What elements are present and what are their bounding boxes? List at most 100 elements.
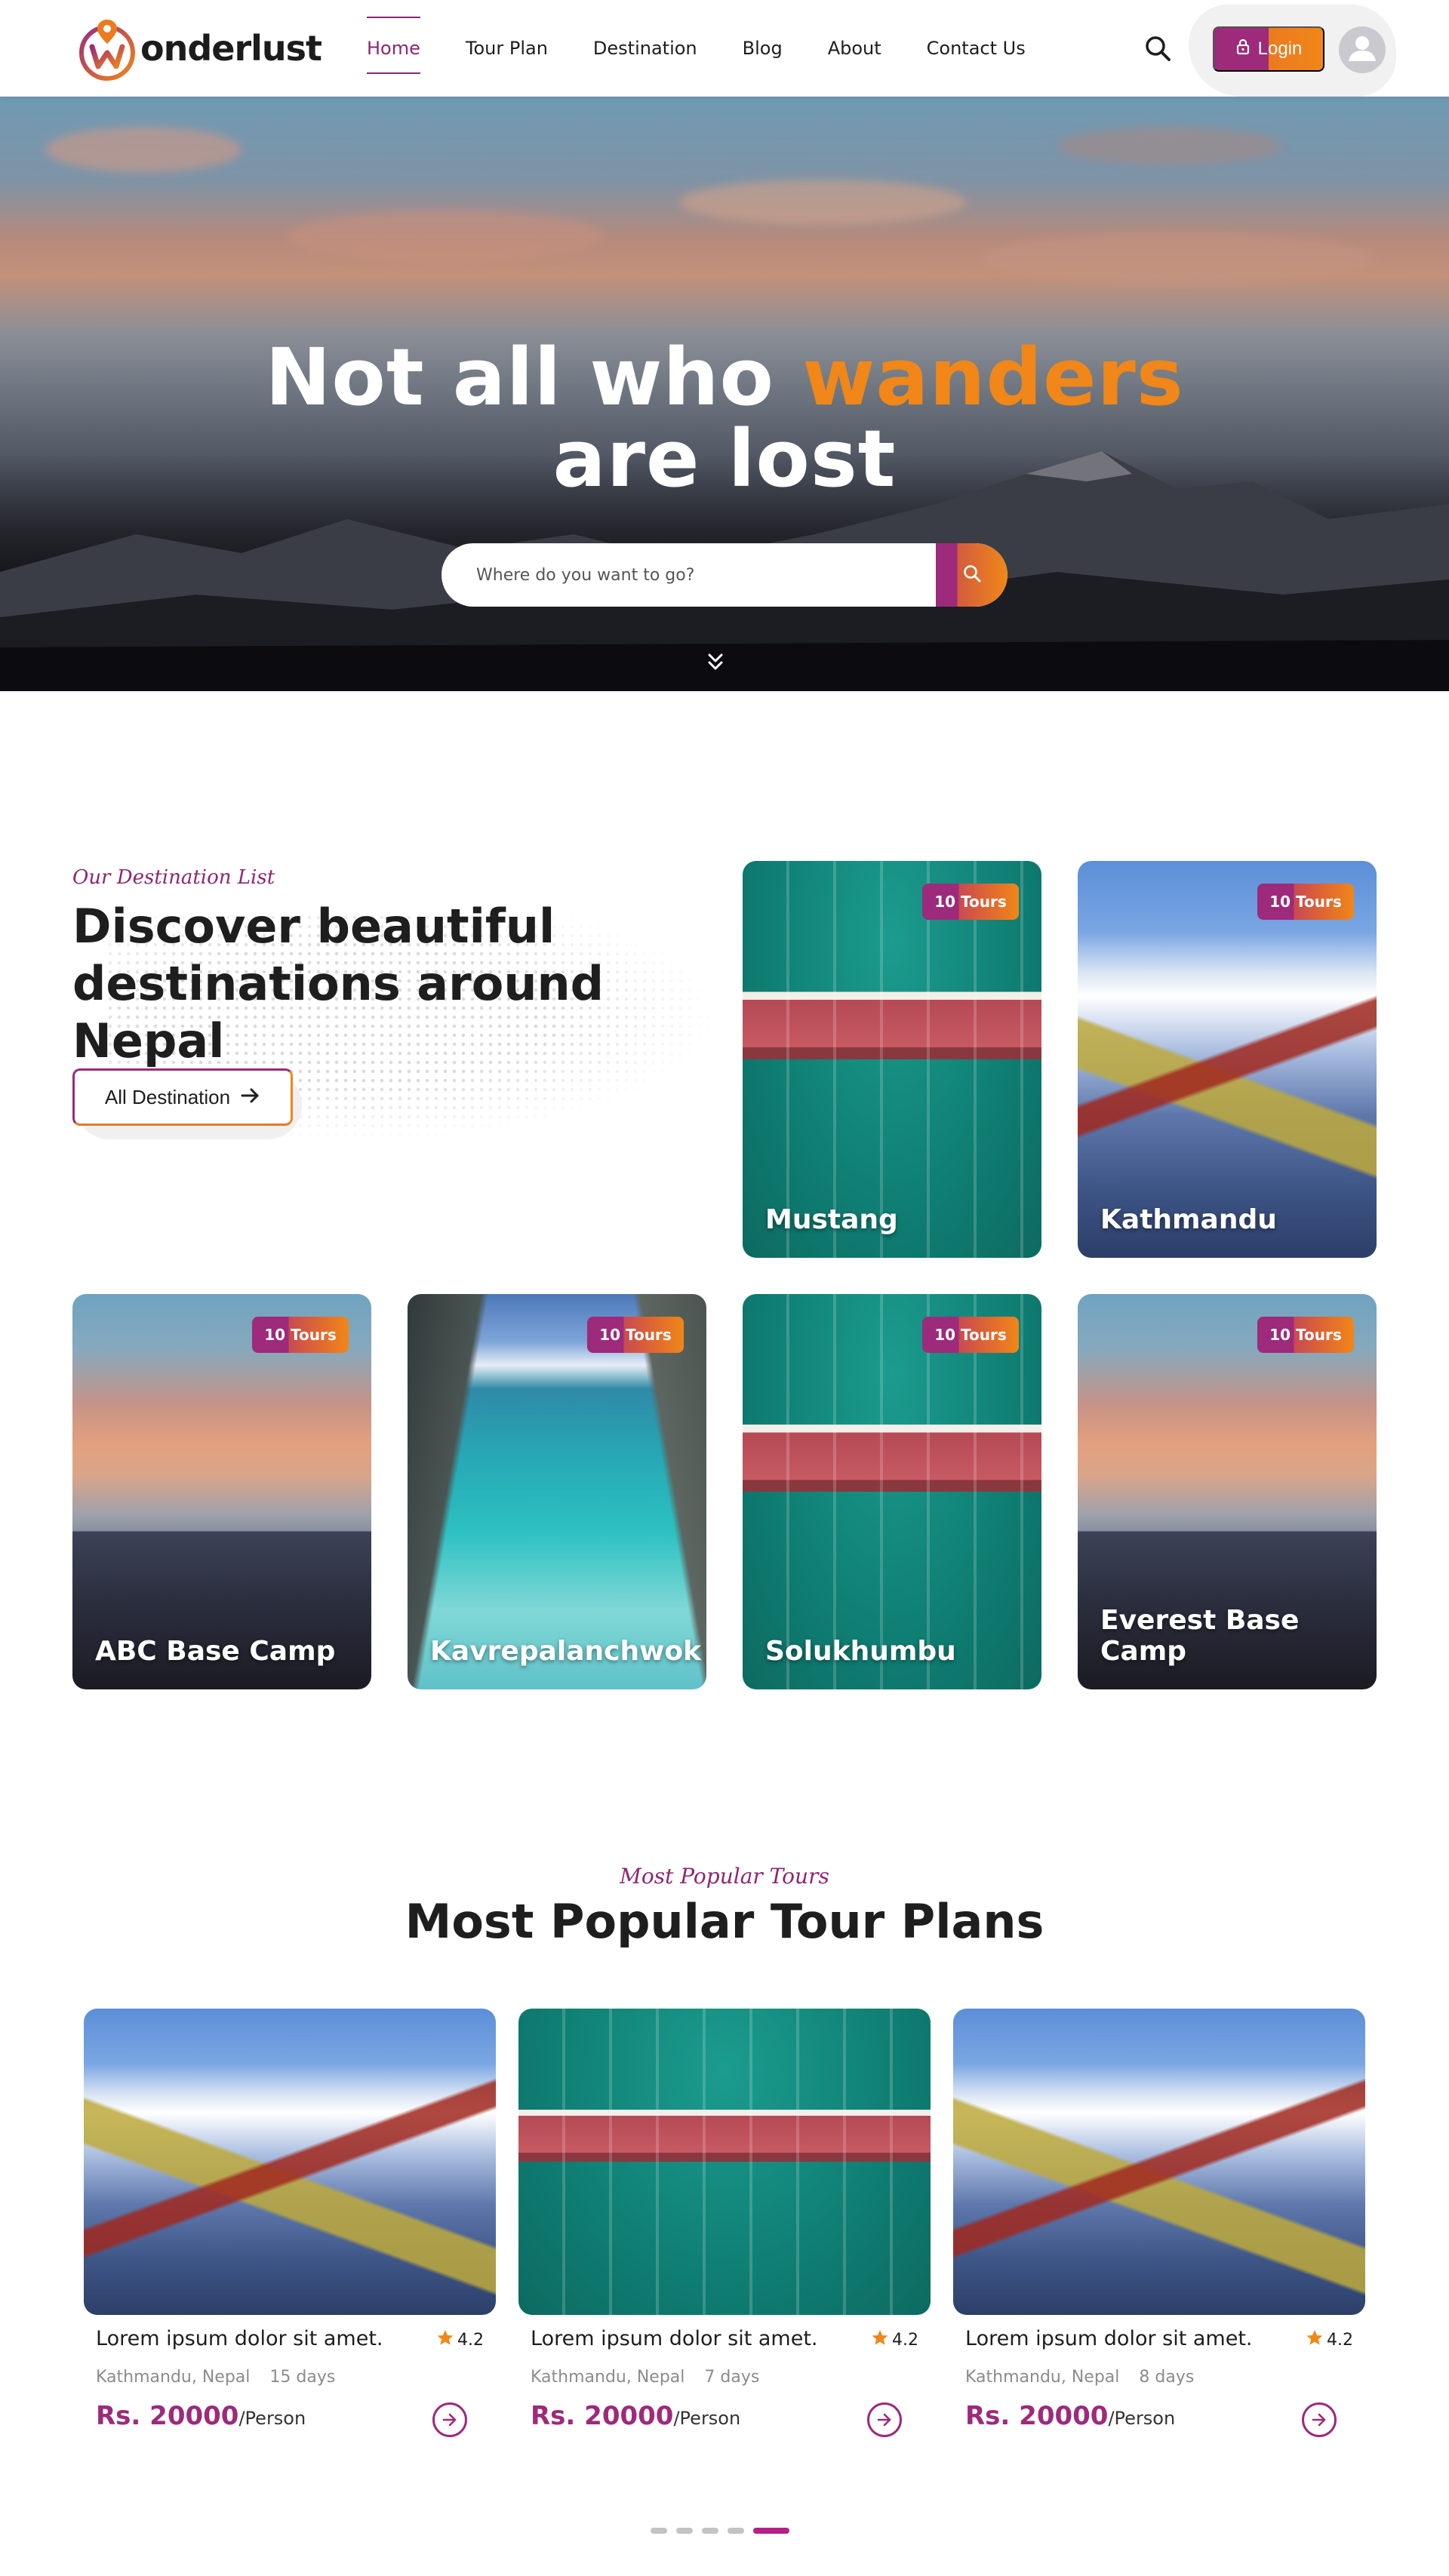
login-label: Login xyxy=(1257,38,1303,59)
arrow-right-circle-icon[interactable] xyxy=(1302,2402,1337,2437)
lock-icon xyxy=(1235,38,1251,60)
hero-section: Not all who wanders are lost xyxy=(0,97,1449,691)
destinations-title: Discover beautiful destinations around N… xyxy=(72,899,604,1068)
carousel-dot-active[interactable] xyxy=(753,2528,789,2534)
tour-card[interactable]: Lorem ipsum dolor sit amet. 4.2 Kathmand… xyxy=(84,2009,496,2454)
destination-name: Kathmandu xyxy=(1100,1204,1277,1235)
destination-name: Kavrepalanchwok xyxy=(430,1636,702,1667)
price-value: Rs. 20000 xyxy=(531,2401,674,2431)
star-icon xyxy=(1306,2329,1324,2351)
hero-search-button[interactable] xyxy=(936,543,1008,607)
destination-card[interactable]: 10 Tours Kavrepalanchwok xyxy=(408,1294,706,1689)
destination-name: Mustang xyxy=(765,1204,898,1235)
tour-rating: 4.2 xyxy=(871,2329,918,2351)
tour-price: Rs. 20000/Person xyxy=(531,2401,740,2431)
arrow-right-icon xyxy=(241,1086,260,1109)
nav-home[interactable]: Home xyxy=(367,17,420,74)
tour-card[interactable]: Lorem ipsum dolor sit amet. 4.2 Kathmand… xyxy=(518,2009,931,2454)
star-icon xyxy=(436,2329,454,2351)
tour-rating: 4.2 xyxy=(436,2329,484,2351)
carousel-dot[interactable] xyxy=(651,2528,667,2534)
tour-image xyxy=(518,2009,931,2315)
tour-card[interactable]: Lorem ipsum dolor sit amet. 4.2 Kathmand… xyxy=(953,2009,1365,2454)
logo-text: onderlust xyxy=(140,28,322,69)
tour-location: Kathmandu, Nepal xyxy=(531,2368,685,2387)
tour-duration: 15 days xyxy=(269,2368,336,2387)
hero-title: Not all who wanders are lost xyxy=(0,337,1449,500)
tour-price: Rs. 20000/Person xyxy=(96,2401,306,2431)
carousel-dot[interactable] xyxy=(702,2528,718,2534)
hero-cloud xyxy=(1057,127,1283,164)
double-chevron-down-icon[interactable] xyxy=(705,650,726,675)
tour-location: Kathmandu, Nepal xyxy=(96,2368,251,2387)
tour-meta: Kathmandu, Nepal 7 days xyxy=(531,2368,759,2387)
destinations-eyebrow: Our Destination List xyxy=(72,866,275,889)
price-unit: /Person xyxy=(1108,2408,1176,2429)
destination-card[interactable]: 10 Tours Solukhumbu xyxy=(743,1294,1041,1689)
carousel-dot[interactable] xyxy=(676,2528,693,2534)
star-icon xyxy=(871,2329,889,2351)
destination-name: Solukhumbu xyxy=(765,1636,956,1667)
hero-title-accent: wanders xyxy=(802,331,1184,423)
nav-tour-plan[interactable]: Tour Plan xyxy=(466,30,548,66)
price-unit: /Person xyxy=(673,2408,741,2429)
price-value: Rs. 20000 xyxy=(965,2401,1109,2431)
navbar: onderlust Home Tour Plan Destination Blo… xyxy=(0,0,1449,97)
tour-rating: 4.2 xyxy=(1306,2329,1353,2351)
user-icon xyxy=(1339,26,1386,73)
tours-count-badge: 10 Tours xyxy=(1257,1317,1354,1353)
hero-cloud xyxy=(679,180,966,225)
login-button[interactable]: Login xyxy=(1213,26,1324,72)
tour-image xyxy=(953,2009,1365,2315)
nav-blog[interactable]: Blog xyxy=(743,30,783,66)
hero-cloud xyxy=(45,127,242,172)
tour-meta: Kathmandu, Nepal 8 days xyxy=(965,2368,1194,2387)
search-icon xyxy=(962,564,982,586)
all-destination-button[interactable]: All Destination xyxy=(72,1068,293,1126)
tours-count-badge: 10 Tours xyxy=(587,1317,684,1353)
tour-meta: Kathmandu, Nepal 15 days xyxy=(96,2368,335,2387)
tour-image xyxy=(84,2009,496,2315)
rating-value: 4.2 xyxy=(892,2330,918,2350)
tours-count-badge: 10 Tours xyxy=(922,1317,1019,1353)
nav-about[interactable]: About xyxy=(828,30,881,66)
destination-card[interactable]: 10 Tours Mustang xyxy=(743,861,1041,1258)
arrow-right-circle-icon[interactable] xyxy=(867,2402,902,2437)
search-icon[interactable] xyxy=(1141,32,1174,65)
main-nav: Home Tour Plan Destination Blog About Co… xyxy=(367,0,1026,97)
nav-destination[interactable]: Destination xyxy=(593,30,697,66)
price-unit: /Person xyxy=(238,2408,306,2429)
hero-search-bar xyxy=(441,543,1008,607)
tour-location: Kathmandu, Nepal xyxy=(965,2368,1120,2387)
rating-value: 4.2 xyxy=(1327,2330,1353,2350)
tour-title: Lorem ipsum dolor sit amet. xyxy=(965,2327,1253,2350)
destination-card[interactable]: 10 Tours Kathmandu xyxy=(1078,861,1377,1258)
hero-title-part2: are lost xyxy=(552,413,897,505)
user-avatar[interactable] xyxy=(1339,26,1386,73)
tour-title: Lorem ipsum dolor sit amet. xyxy=(531,2327,818,2350)
nav-contact-us[interactable]: Contact Us xyxy=(927,30,1026,66)
destination-search-input[interactable] xyxy=(441,543,936,607)
hero-cloud xyxy=(981,232,1374,285)
tour-duration: 8 days xyxy=(1139,2368,1195,2387)
hero-title-part1: Not all who xyxy=(265,331,803,423)
tours-count-badge: 10 Tours xyxy=(252,1317,349,1353)
arrow-right-circle-icon[interactable] xyxy=(432,2402,467,2437)
tour-price: Rs. 20000/Person xyxy=(965,2401,1175,2431)
popular-title: Most Popular Tour Plans xyxy=(405,1894,1044,1949)
tours-count-badge: 10 Tours xyxy=(1257,884,1354,920)
tour-duration: 7 days xyxy=(704,2368,760,2387)
hero-cloud xyxy=(287,210,604,263)
all-destination-label: All Destination xyxy=(104,1085,231,1108)
logo-pin-icon xyxy=(72,14,142,83)
popular-eyebrow: Most Popular Tours xyxy=(620,1864,829,1889)
destination-card[interactable]: 10 Tours ABC Base Camp xyxy=(72,1294,371,1689)
carousel-dot[interactable] xyxy=(728,2528,744,2534)
tours-count-badge: 10 Tours xyxy=(922,884,1019,920)
destination-card[interactable]: 10 Tours Everest Base Camp xyxy=(1078,1294,1377,1689)
rating-value: 4.2 xyxy=(457,2330,484,2350)
tour-title: Lorem ipsum dolor sit amet. xyxy=(96,2327,383,2350)
destination-name: ABC Base Camp xyxy=(95,1636,336,1667)
carousel-pagination xyxy=(651,2528,789,2534)
brand-logo[interactable]: onderlust xyxy=(72,11,322,86)
